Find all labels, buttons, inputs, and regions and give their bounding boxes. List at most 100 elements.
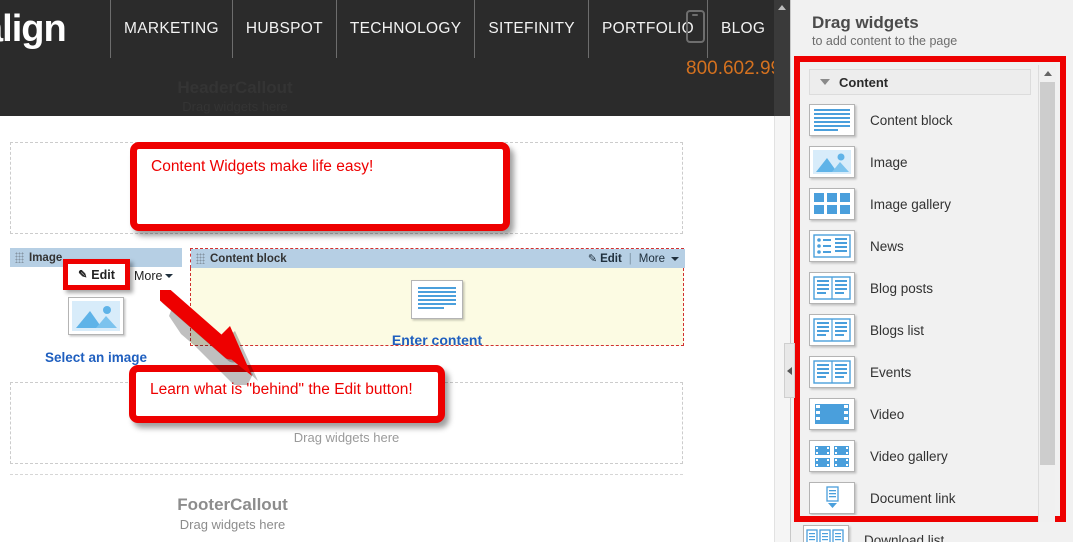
content-block-more-label: More <box>638 252 665 265</box>
download-list-icon <box>803 525 849 542</box>
widget-item-events[interactable]: Events <box>809 351 1031 393</box>
site-logo[interactable]: align <box>0 8 67 50</box>
nav-item-technology[interactable]: TECHNOLOGY <box>337 0 476 58</box>
footer-callout-zone[interactable]: FooterCallout Drag widgets here <box>10 495 455 532</box>
image-widget-more-label: More <box>134 269 163 283</box>
content-block-actions: ✎ Edit | More <box>588 252 685 265</box>
news-icon <box>809 230 855 262</box>
panel-collapse-handle[interactable] <box>784 343 795 398</box>
mobile-phone-icon <box>686 10 705 43</box>
content-lines-glyph <box>415 284 459 315</box>
news-glyph <box>813 234 851 258</box>
action-divider: | <box>628 252 632 265</box>
chevron-down-icon <box>165 274 174 278</box>
content-block-widget[interactable]: Content block ✎ Edit | More Enter conten… <box>190 248 685 348</box>
widget-item-label: Video <box>870 406 905 422</box>
header-callout-subtitle: Drag widgets here <box>182 99 288 114</box>
panel-scroll-up-button[interactable] <box>1039 65 1056 82</box>
content-block-edit-button[interactable]: ✎ Edit <box>587 252 622 266</box>
content-block-placeholder[interactable]: Enter content <box>191 280 683 348</box>
main-navigation[interactable]: MARKETING HUBSPOT TECHNOLOGY SITEFINITY … <box>110 0 778 58</box>
blogs-list-icon <box>809 314 855 346</box>
panel-scrollbar[interactable] <box>1038 65 1056 522</box>
widget-item-document-link[interactable]: Document link <box>809 477 1031 515</box>
edit-button-highlight: ✎ Edit <box>63 259 130 290</box>
widget-item-label: Document link <box>870 490 956 506</box>
widget-panel: Drag widgets to add content to the page … <box>790 0 1073 542</box>
panel-subtitle: to add content to the page <box>812 34 958 48</box>
widget-item-label: Content block <box>870 112 953 128</box>
window-scrollbar-dark[interactable] <box>774 0 790 116</box>
annotation-callout-top-text: Content Widgets make life easy! <box>151 158 374 175</box>
footer-callout-title: FooterCallout <box>177 495 288 514</box>
site-header: align MARKETING HUBSPOT TECHNOLOGY SITEF… <box>0 0 790 116</box>
widget-item-label: News <box>870 238 904 254</box>
page-preview-canvas[interactable]: align MARKETING HUBSPOT TECHNOLOGY SITEF… <box>0 0 790 542</box>
drag-grip-icon[interactable] <box>15 252 24 263</box>
content-block-titlebar-wrap: Content block ✎ Edit | More <box>190 248 685 268</box>
chevron-up-icon <box>778 5 786 10</box>
image-widget-title: Image <box>29 251 63 264</box>
widget-list[interactable]: Content block Image Image gallery News B… <box>809 99 1031 515</box>
blog-posts-icon <box>809 272 855 304</box>
document-link-icon <box>809 482 855 514</box>
nav-item-blog[interactable]: BLOG <box>708 0 778 58</box>
image-placeholder-icon <box>809 146 855 178</box>
widget-item-label: Video gallery <box>870 448 948 464</box>
image-widget-edit-button[interactable]: ✎ Edit <box>68 264 125 285</box>
nav-item-sitefinity[interactable]: SITEFINITY <box>475 0 589 58</box>
content-lines-icon[interactable] <box>411 280 463 319</box>
red-arrow-icon <box>160 290 258 385</box>
header-callout-zone[interactable]: HeaderCallout Drag widgets here <box>0 78 470 114</box>
annotation-callout-top: Content Widgets make life easy! <box>130 142 510 231</box>
video-gallery-glyph <box>815 446 849 467</box>
document-link-glyph <box>826 486 839 508</box>
content-block-edit-label: Edit <box>600 252 622 265</box>
content-block-more-button[interactable]: More <box>639 253 679 265</box>
footer-callout-subtitle: Drag widgets here <box>179 517 286 532</box>
events-icon <box>809 356 855 388</box>
panel-title: Drag widgets <box>812 13 919 32</box>
image-placeholder-glyph <box>72 301 120 331</box>
widget-item-image-gallery[interactable]: Image gallery <box>809 183 1031 225</box>
drag-grip-icon[interactable] <box>196 253 205 264</box>
window-scrollbar-light[interactable] <box>774 116 790 542</box>
panel-scroll-thumb[interactable] <box>1040 82 1055 465</box>
blog-posts-glyph <box>813 276 851 300</box>
blogs-list-glyph <box>813 318 851 342</box>
select-an-image-link[interactable]: Select an image <box>10 350 182 365</box>
nav-item-marketing[interactable]: MARKETING <box>110 0 233 58</box>
image-widget-more-button[interactable]: More <box>134 269 174 283</box>
widget-item-blog-posts[interactable]: Blog posts <box>809 267 1031 309</box>
content-lines-icon <box>809 104 855 136</box>
video-glyph <box>815 404 849 424</box>
widget-item-news[interactable]: News <box>809 225 1031 267</box>
content-block-body[interactable]: Enter content <box>190 268 684 348</box>
accordion-header-content[interactable]: Content <box>809 69 1031 95</box>
image-gallery-icon <box>809 188 855 220</box>
widget-item-blogs-list[interactable]: Blogs list <box>809 309 1031 351</box>
widget-item-video[interactable]: Video <box>809 393 1031 435</box>
pencil-icon: ✎ <box>78 269 88 281</box>
panel-highlight-box: Content Content block Image Image galler… <box>794 56 1066 522</box>
content-block-titlebar[interactable]: Content block ✎ Edit | More <box>191 249 685 268</box>
video-gallery-icon <box>809 440 855 472</box>
content-block-title: Content block <box>210 252 287 265</box>
image-placeholder-icon[interactable] <box>68 297 124 335</box>
dropzone-bottom-label: Drag widgets here <box>293 430 400 445</box>
widget-item-content-block[interactable]: Content block <box>809 99 1031 141</box>
widget-item-image[interactable]: Image <box>809 141 1031 183</box>
widget-item-video-gallery[interactable]: Video gallery <box>809 435 1031 477</box>
header-callout-title: HeaderCallout <box>177 78 293 97</box>
video-icon <box>809 398 855 430</box>
nav-item-hubspot[interactable]: HUBSPOT <box>233 0 337 58</box>
widget-item-label: Events <box>870 364 912 380</box>
widget-item-label: Image <box>870 154 908 170</box>
image-placeholder-glyph <box>813 150 851 174</box>
pencil-icon: ✎ <box>587 253 598 265</box>
enter-content-link[interactable]: Enter content <box>191 332 683 348</box>
image-gallery-glyph <box>814 193 850 214</box>
chevron-up-icon <box>1043 71 1052 76</box>
download-list-glyph <box>806 529 844 542</box>
widget-item-download-list[interactable]: Download list <box>803 519 1025 542</box>
